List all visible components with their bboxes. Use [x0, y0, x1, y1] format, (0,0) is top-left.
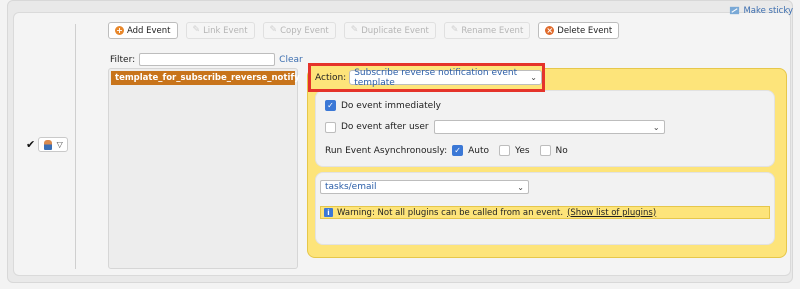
link-event-label: Link Event	[203, 25, 248, 36]
rename-event-button[interactable]: ✎ Rename Event	[443, 22, 531, 39]
filter-label: Filter:	[110, 54, 136, 65]
pencil-icon: ✎	[350, 25, 359, 35]
no-checkbox[interactable]	[539, 145, 551, 156]
immediate-label: Do event immediately	[341, 100, 441, 111]
pencil-icon: ✎	[192, 25, 201, 35]
yes-checkbox[interactable]	[499, 145, 511, 156]
plugin-select-value: tasks/email	[325, 182, 377, 192]
chevron-down-icon: ▽	[56, 140, 63, 149]
action-select[interactable]: Subscribe reverse notification event tem…	[349, 67, 542, 88]
auto-checkbox[interactable]: ✓	[452, 145, 464, 156]
pin-icon	[730, 6, 740, 15]
clear-filter-link[interactable]: Clear	[279, 55, 303, 65]
async-row: Run Event Asynchronously: ✓ Auto Yes No	[325, 145, 568, 156]
immediate-checkbox[interactable]: ✓	[325, 100, 336, 111]
check-icon[interactable]: ✔	[26, 138, 35, 151]
chevron-down-icon: ⌄	[652, 122, 660, 132]
duplicate-event-button[interactable]: ✎ Duplicate Event	[343, 22, 436, 39]
delete-icon: ×	[545, 25, 555, 35]
row-controls: ✔ ▽	[26, 137, 69, 152]
immediate-row: ✓ Do event immediately	[325, 100, 441, 111]
divider	[75, 24, 76, 269]
list-item[interactable]: template_for_subscribe_reverse_notify	[111, 71, 300, 85]
event-toolbar: + Add Event ✎ Link Event ✎ Copy Event ✎ …	[108, 22, 620, 39]
plugin-warning: i Warning: Not all plugins can be called…	[320, 206, 770, 219]
event-list: template_for_subscribe_reverse_notify	[108, 68, 300, 269]
add-event-label: Add Event	[127, 25, 171, 36]
copy-event-label: Copy Event	[280, 25, 329, 36]
delete-event-label: Delete Event	[557, 25, 613, 36]
filter-input[interactable]	[139, 53, 276, 66]
filter-row: Filter: Clear	[110, 53, 303, 66]
pencil-icon: ✎	[450, 25, 459, 35]
make-sticky-link[interactable]: Make sticky	[729, 5, 793, 16]
after-user-label: Do event after user	[341, 122, 429, 132]
action-select-value: Subscribe reverse notification event tem…	[354, 67, 518, 88]
user-icon	[43, 139, 52, 150]
chevron-down-icon: ⌄	[530, 73, 537, 82]
warning-text: Warning: Not all plugins can be called f…	[337, 207, 564, 218]
duplicate-event-label: Duplicate Event	[361, 25, 429, 36]
info-icon: i	[324, 208, 333, 217]
plugin-select[interactable]: tasks/email ⌄	[320, 180, 529, 194]
rename-event-label: Rename Event	[461, 25, 524, 36]
action-label: Action:	[315, 72, 347, 83]
make-sticky-label: Make sticky	[743, 5, 793, 16]
pencil-icon: ✎	[269, 25, 278, 35]
after-user-checkbox[interactable]	[325, 121, 336, 133]
plus-icon: +	[115, 25, 124, 35]
action-highlight: Action: Subscribe reverse notification e…	[308, 63, 545, 92]
show-plugins-link[interactable]: (Show list of plugins)	[567, 208, 656, 218]
chevron-down-icon: ⌄	[517, 182, 524, 192]
auto-label: Auto	[468, 145, 490, 156]
add-event-button[interactable]: + Add Event	[108, 22, 178, 39]
no-label: No	[555, 145, 568, 156]
async-label: Run Event Asynchronously:	[325, 145, 448, 156]
after-user-row: Do event after user ⌄	[325, 120, 665, 134]
user-dropdown[interactable]: ▽	[38, 137, 69, 152]
yes-label: Yes	[515, 145, 530, 156]
copy-event-button[interactable]: ✎ Copy Event	[262, 22, 336, 39]
link-event-button[interactable]: ✎ Link Event	[185, 22, 255, 39]
delete-event-button[interactable]: × Delete Event	[538, 22, 620, 39]
after-user-select[interactable]: ⌄	[433, 120, 665, 134]
